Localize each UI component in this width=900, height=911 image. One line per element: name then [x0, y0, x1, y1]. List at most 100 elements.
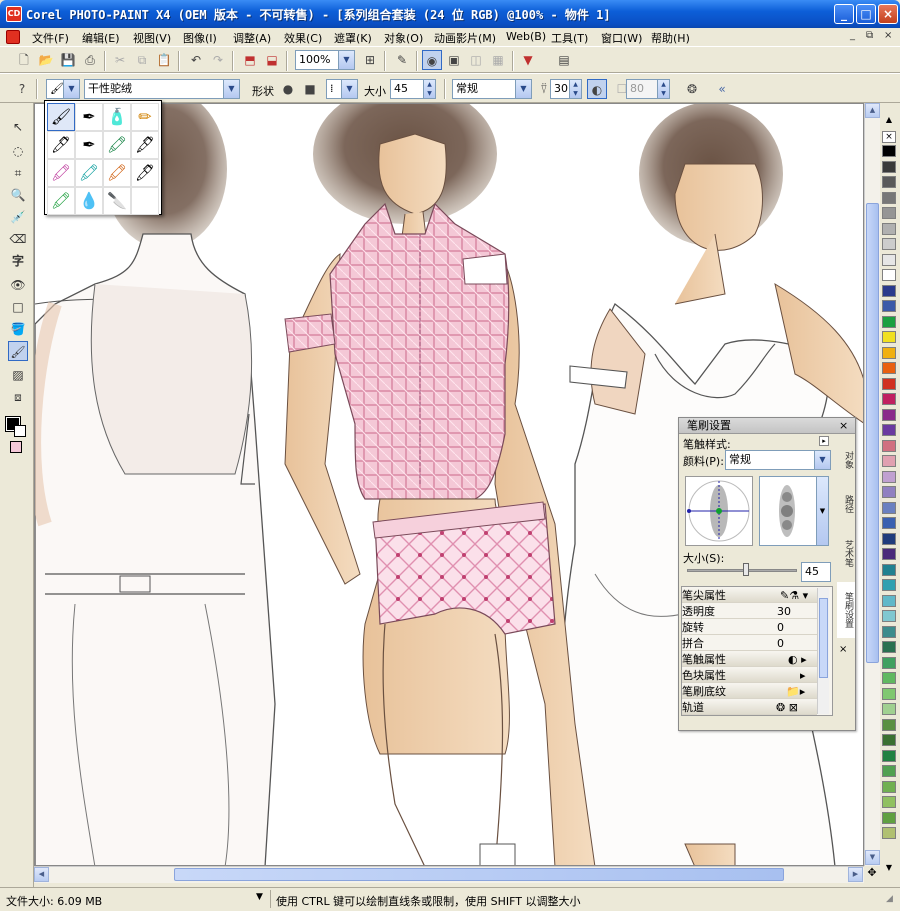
stroke-properties-row[interactable]: 笔触属性 ◐ ▸: [682, 652, 817, 667]
color-swatch[interactable]: [882, 780, 896, 793]
menu-edit[interactable]: 编辑(E): [82, 30, 120, 46]
color-swatch[interactable]: [882, 315, 896, 328]
redo-icon[interactable]: ↷: [208, 50, 228, 70]
nib-orientation-preview[interactable]: [685, 476, 753, 546]
round-shape-icon[interactable]: ●: [278, 79, 298, 99]
merge-mode-select[interactable]: 常规 ▼: [452, 79, 532, 99]
scroll-right-icon[interactable]: ▶: [848, 867, 863, 882]
vertical-scrollbar[interactable]: ▲ ▼: [864, 103, 880, 866]
crop-tool-icon[interactable]: ⌗: [8, 163, 28, 183]
menu-image[interactable]: 图像(I): [183, 30, 217, 46]
zoom-fit-icon[interactable]: ⊞: [360, 50, 380, 70]
transparency-input[interactable]: 30 ▲ ▼: [550, 79, 582, 99]
close-icon[interactable]: ×: [839, 419, 848, 432]
flatten-row[interactable]: 拼合 0: [682, 636, 817, 651]
mdi-minimize-button[interactable]: _: [850, 30, 855, 41]
color-swatch[interactable]: [882, 548, 896, 560]
text-tool-icon[interactable]: 字: [8, 251, 28, 271]
color-swatch[interactable]: [882, 284, 896, 297]
color-swatch[interactable]: [882, 687, 896, 700]
color-swatch[interactable]: [882, 331, 896, 343]
nib-properties-row[interactable]: 笔尖属性 ✎⚗ ▾: [682, 588, 817, 603]
chevron-down-icon[interactable]: ▼: [814, 451, 830, 469]
color-swatch[interactable]: [882, 765, 896, 777]
mask-brush-icon[interactable]: ✎: [392, 50, 412, 70]
color-swatch[interactable]: [882, 455, 896, 467]
brush-texture-row[interactable]: 笔刷底纹 📁▸: [682, 684, 817, 699]
color-swatch[interactable]: [882, 222, 896, 235]
menu-mask[interactable]: 遮罩(K): [334, 30, 372, 46]
horizontal-scrollbar[interactable]: ◀ ▶: [34, 866, 864, 883]
clone-tool-icon[interactable]: ⧈: [8, 387, 28, 407]
menu-view[interactable]: 视图(V): [133, 30, 171, 46]
show-object-icon[interactable]: ◉: [422, 50, 442, 70]
ballpoint-icon[interactable]: 🖊: [47, 131, 75, 159]
export-icon[interactable]: ⬓: [262, 50, 282, 70]
scroll-down-icon[interactable]: ▼: [865, 850, 880, 865]
nib-select[interactable]: ⁞ ▼: [326, 79, 358, 99]
color-swatch[interactable]: [882, 718, 896, 731]
scroll-up-icon[interactable]: ▲: [865, 103, 880, 118]
color-swatch[interactable]: [882, 517, 896, 529]
panel-size-input[interactable]: 45: [801, 562, 831, 582]
color-swatch[interactable]: [882, 269, 896, 281]
color-swatch[interactable]: [882, 408, 896, 421]
red-eye-tool-icon[interactable]: 👁: [8, 275, 28, 295]
brush-preset-select[interactable]: 干性驼绒 ▼: [84, 79, 240, 99]
menu-file[interactable]: 文件(F): [32, 30, 69, 46]
chevron-down-icon[interactable]: ▼: [338, 51, 354, 69]
horizontal-scroll-thumb[interactable]: [174, 868, 784, 881]
minimize-button[interactable]: _: [834, 4, 854, 24]
paint-select[interactable]: 常规 ▼: [725, 450, 831, 470]
color-swatch[interactable]: [882, 594, 896, 607]
orbits-toggle-icon[interactable]: ❂ ⊠: [776, 700, 798, 715]
mdi-close-button[interactable]: ×: [884, 30, 892, 41]
zoom-select[interactable]: 100% ▼: [295, 50, 355, 70]
felt-pen-icon[interactable]: 🖍: [103, 131, 131, 159]
style-menu-button[interactable]: ▸: [819, 436, 829, 446]
color-swatch[interactable]: [882, 796, 896, 808]
size-slider-thumb[interactable]: [743, 563, 749, 576]
menu-window[interactable]: 窗口(W): [601, 30, 642, 46]
help-icon[interactable]: ?: [12, 79, 32, 99]
color-swatch[interactable]: [882, 393, 896, 405]
size-input[interactable]: 45 ▲ ▼: [390, 79, 436, 99]
tab-brush-settings[interactable]: 笔刷设置: [837, 582, 855, 638]
close-button[interactable]: ×: [878, 4, 898, 24]
save-icon[interactable]: 💾: [58, 50, 78, 70]
lock-mask-icon[interactable]: ▦: [488, 50, 508, 70]
menu-adjust[interactable]: 调整(A): [233, 30, 271, 46]
tab-objects[interactable]: 对象: [837, 440, 855, 480]
fill-tool-icon[interactable]: 🪣: [8, 319, 28, 339]
menu-web[interactable]: Web(B): [506, 30, 546, 43]
color-swatch[interactable]: [882, 672, 896, 684]
ink-pen-icon[interactable]: 🖋: [131, 131, 159, 159]
brush-tool-icons[interactable]: ✎⚗ ▾: [780, 588, 808, 603]
color-swatch[interactable]: [882, 362, 896, 374]
close-icon[interactable]: ×: [839, 644, 847, 655]
paste-icon[interactable]: 📋: [154, 50, 174, 70]
color-swatch[interactable]: [882, 439, 896, 452]
rectangle-tool-icon[interactable]: □: [8, 297, 28, 317]
rotation-row[interactable]: 旋转 0: [682, 620, 817, 635]
palette-knife-icon[interactable]: 🔪: [103, 187, 131, 215]
no-color-swatch[interactable]: ×: [882, 131, 896, 143]
effect-tool-icon[interactable]: ▨: [8, 365, 28, 385]
color-swatch[interactable]: [882, 238, 896, 250]
color-swatch[interactable]: [882, 191, 896, 204]
color-swatch[interactable]: [882, 160, 896, 173]
mask-marquee-icon[interactable]: ◫: [466, 50, 486, 70]
transparency-row[interactable]: 透明度 30: [682, 604, 817, 619]
eraser-tool-icon[interactable]: ⌫: [8, 229, 28, 249]
cut-icon[interactable]: ✂: [110, 50, 130, 70]
color-swatch[interactable]: [882, 300, 896, 312]
antialias-icon[interactable]: ◐: [587, 79, 607, 99]
mdi-restore-button[interactable]: ⧉: [866, 30, 873, 41]
color-swatch[interactable]: [882, 811, 896, 824]
list-scrollbar-thumb[interactable]: [819, 598, 828, 678]
chalk-icon[interactable]: 🖍: [47, 187, 75, 215]
color-swatch[interactable]: [882, 579, 896, 591]
chevron-down-icon[interactable]: ▼: [223, 80, 239, 98]
spin-icon[interactable]: ▲ ▼: [569, 80, 581, 98]
spraycan-icon[interactable]: 🧴: [103, 103, 131, 131]
